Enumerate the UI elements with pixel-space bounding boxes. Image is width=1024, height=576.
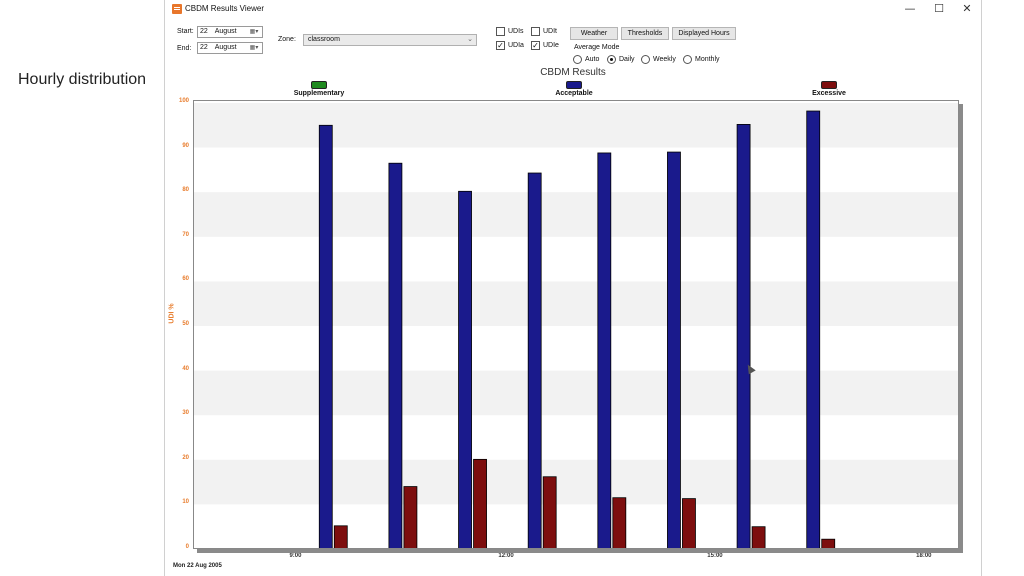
zone-select[interactable]: classroom ⌄ xyxy=(303,34,477,46)
legend-acceptable[interactable]: Acceptable xyxy=(514,81,634,97)
bar-acceptable[interactable] xyxy=(318,124,333,549)
zone-value: classroom xyxy=(308,36,340,43)
maximize-button[interactable]: ☐ xyxy=(925,1,953,17)
legend-label-supplementary: Supplementary xyxy=(293,90,345,97)
legend-supplementary[interactable]: Supplementary xyxy=(259,81,379,97)
legend-swatch-supplementary xyxy=(311,81,327,89)
y-tick-label: 60 xyxy=(182,276,189,283)
average-mode-auto-label: Auto xyxy=(585,56,600,63)
close-button[interactable]: ✕ xyxy=(953,1,981,17)
legend-excessive[interactable]: Excessive xyxy=(769,81,889,97)
bar-acceptable[interactable] xyxy=(667,151,681,549)
average-mode-monthly-label: Monthly xyxy=(695,56,720,63)
results-viewer-window: CBDM Results Viewer — ☐ ✕ Start: 22 Augu… xyxy=(164,0,982,576)
y-tick-label: 40 xyxy=(182,365,189,372)
end-day: 22 xyxy=(200,44,208,51)
start-label: Start: xyxy=(177,28,194,35)
start-day: 22 xyxy=(200,28,208,35)
toolbar: Start: 22 August ▦▾ End: 22 August ▦▾ Zo… xyxy=(165,18,981,68)
y-tick-label: 90 xyxy=(182,142,189,149)
y-tick-label: 30 xyxy=(182,410,189,417)
bar-excessive[interactable] xyxy=(473,458,487,549)
udis-label: UDIs xyxy=(508,28,524,35)
bar-excessive[interactable] xyxy=(542,476,557,549)
end-date-picker[interactable]: 22 August ▦▾ xyxy=(197,42,263,54)
legend-label-acceptable: Acceptable xyxy=(555,90,593,97)
bar-excessive[interactable] xyxy=(682,498,696,549)
udia-checkbox[interactable]: ✓ xyxy=(496,41,505,50)
end-label: End: xyxy=(177,45,192,52)
average-mode-label: Average Mode xyxy=(574,44,620,51)
end-month: August xyxy=(214,44,237,51)
grid-band xyxy=(194,459,958,505)
legend-swatch-acceptable xyxy=(566,81,582,89)
average-mode-daily-label: Daily xyxy=(619,56,635,63)
y-tick-label: 70 xyxy=(182,231,189,238)
zone-label: Zone: xyxy=(278,36,296,43)
displayed-hours-button[interactable]: Displayed Hours xyxy=(672,27,736,40)
bar-excessive[interactable] xyxy=(821,538,836,549)
bar-excessive[interactable] xyxy=(751,526,766,549)
x-tick-label: 18:00 xyxy=(916,553,932,559)
y-tick-label: 10 xyxy=(182,499,189,506)
average-mode-weekly-radio[interactable] xyxy=(641,55,650,64)
y-tick-label: 20 xyxy=(182,454,189,461)
chart-svg xyxy=(194,103,958,549)
grid-band xyxy=(194,370,958,416)
average-mode-monthly-radio[interactable] xyxy=(683,55,692,64)
y-tick-label: 80 xyxy=(182,187,189,194)
slide-caption: Hourly distribution xyxy=(18,71,147,88)
y-tick-label: 50 xyxy=(182,321,189,327)
minimize-button[interactable]: — xyxy=(896,1,924,17)
title-bar: CBDM Results Viewer — ☐ ✕ xyxy=(165,0,981,18)
x-tick-label: 12:00 xyxy=(498,553,514,559)
bar-acceptable[interactable] xyxy=(388,162,403,549)
bar-excessive[interactable] xyxy=(612,497,627,549)
bar-excessive[interactable] xyxy=(403,486,418,549)
window-title: CBDM Results Viewer xyxy=(185,4,264,13)
bar-acceptable[interactable] xyxy=(597,152,612,549)
bar-acceptable[interactable] xyxy=(458,190,472,549)
bar-acceptable[interactable] xyxy=(736,124,751,549)
udit-label: UDIt xyxy=(543,28,557,35)
average-mode-auto-radio[interactable] xyxy=(573,55,582,64)
start-date-picker[interactable]: 22 August ▦▾ xyxy=(197,26,263,38)
app-icon xyxy=(172,4,182,14)
calendar-dropdown-icon[interactable]: ▦▾ xyxy=(247,28,261,36)
udie-label: UDIe xyxy=(543,42,559,49)
plot-area[interactable] xyxy=(193,100,959,549)
udis-checkbox[interactable] xyxy=(496,27,505,36)
thresholds-button[interactable]: Thresholds xyxy=(621,27,669,40)
udie-checkbox[interactable]: ✓ xyxy=(531,41,540,50)
weather-button[interactable]: Weather xyxy=(570,27,618,40)
calendar-dropdown-icon[interactable]: ▦▾ xyxy=(247,44,261,52)
start-month: August xyxy=(214,28,237,35)
grid-band xyxy=(194,103,958,148)
footer-date: Mon 22 Aug 2005 xyxy=(173,563,222,569)
y-tick-label: 100 xyxy=(178,98,189,104)
udit-checkbox[interactable] xyxy=(531,27,540,36)
x-tick-label: 15:00 xyxy=(707,553,723,559)
grid-band xyxy=(194,281,958,326)
average-mode-daily-radio[interactable] xyxy=(607,55,616,64)
grid-band xyxy=(194,192,958,237)
legend-label-excessive: Excessive xyxy=(812,90,846,97)
average-mode-weekly-label: Weekly xyxy=(653,56,676,63)
bar-acceptable[interactable] xyxy=(527,172,542,549)
legend-swatch-excessive xyxy=(821,81,837,89)
x-tick-label: 9:00 xyxy=(289,553,302,559)
udia-label: UDIa xyxy=(508,42,524,49)
y-tick-label: 0 xyxy=(185,544,189,550)
bar-excessive[interactable] xyxy=(333,525,348,549)
chart-title: CBDM Results xyxy=(540,67,606,78)
chevron-down-icon: ⌄ xyxy=(467,36,473,43)
bar-acceptable[interactable] xyxy=(806,110,821,549)
